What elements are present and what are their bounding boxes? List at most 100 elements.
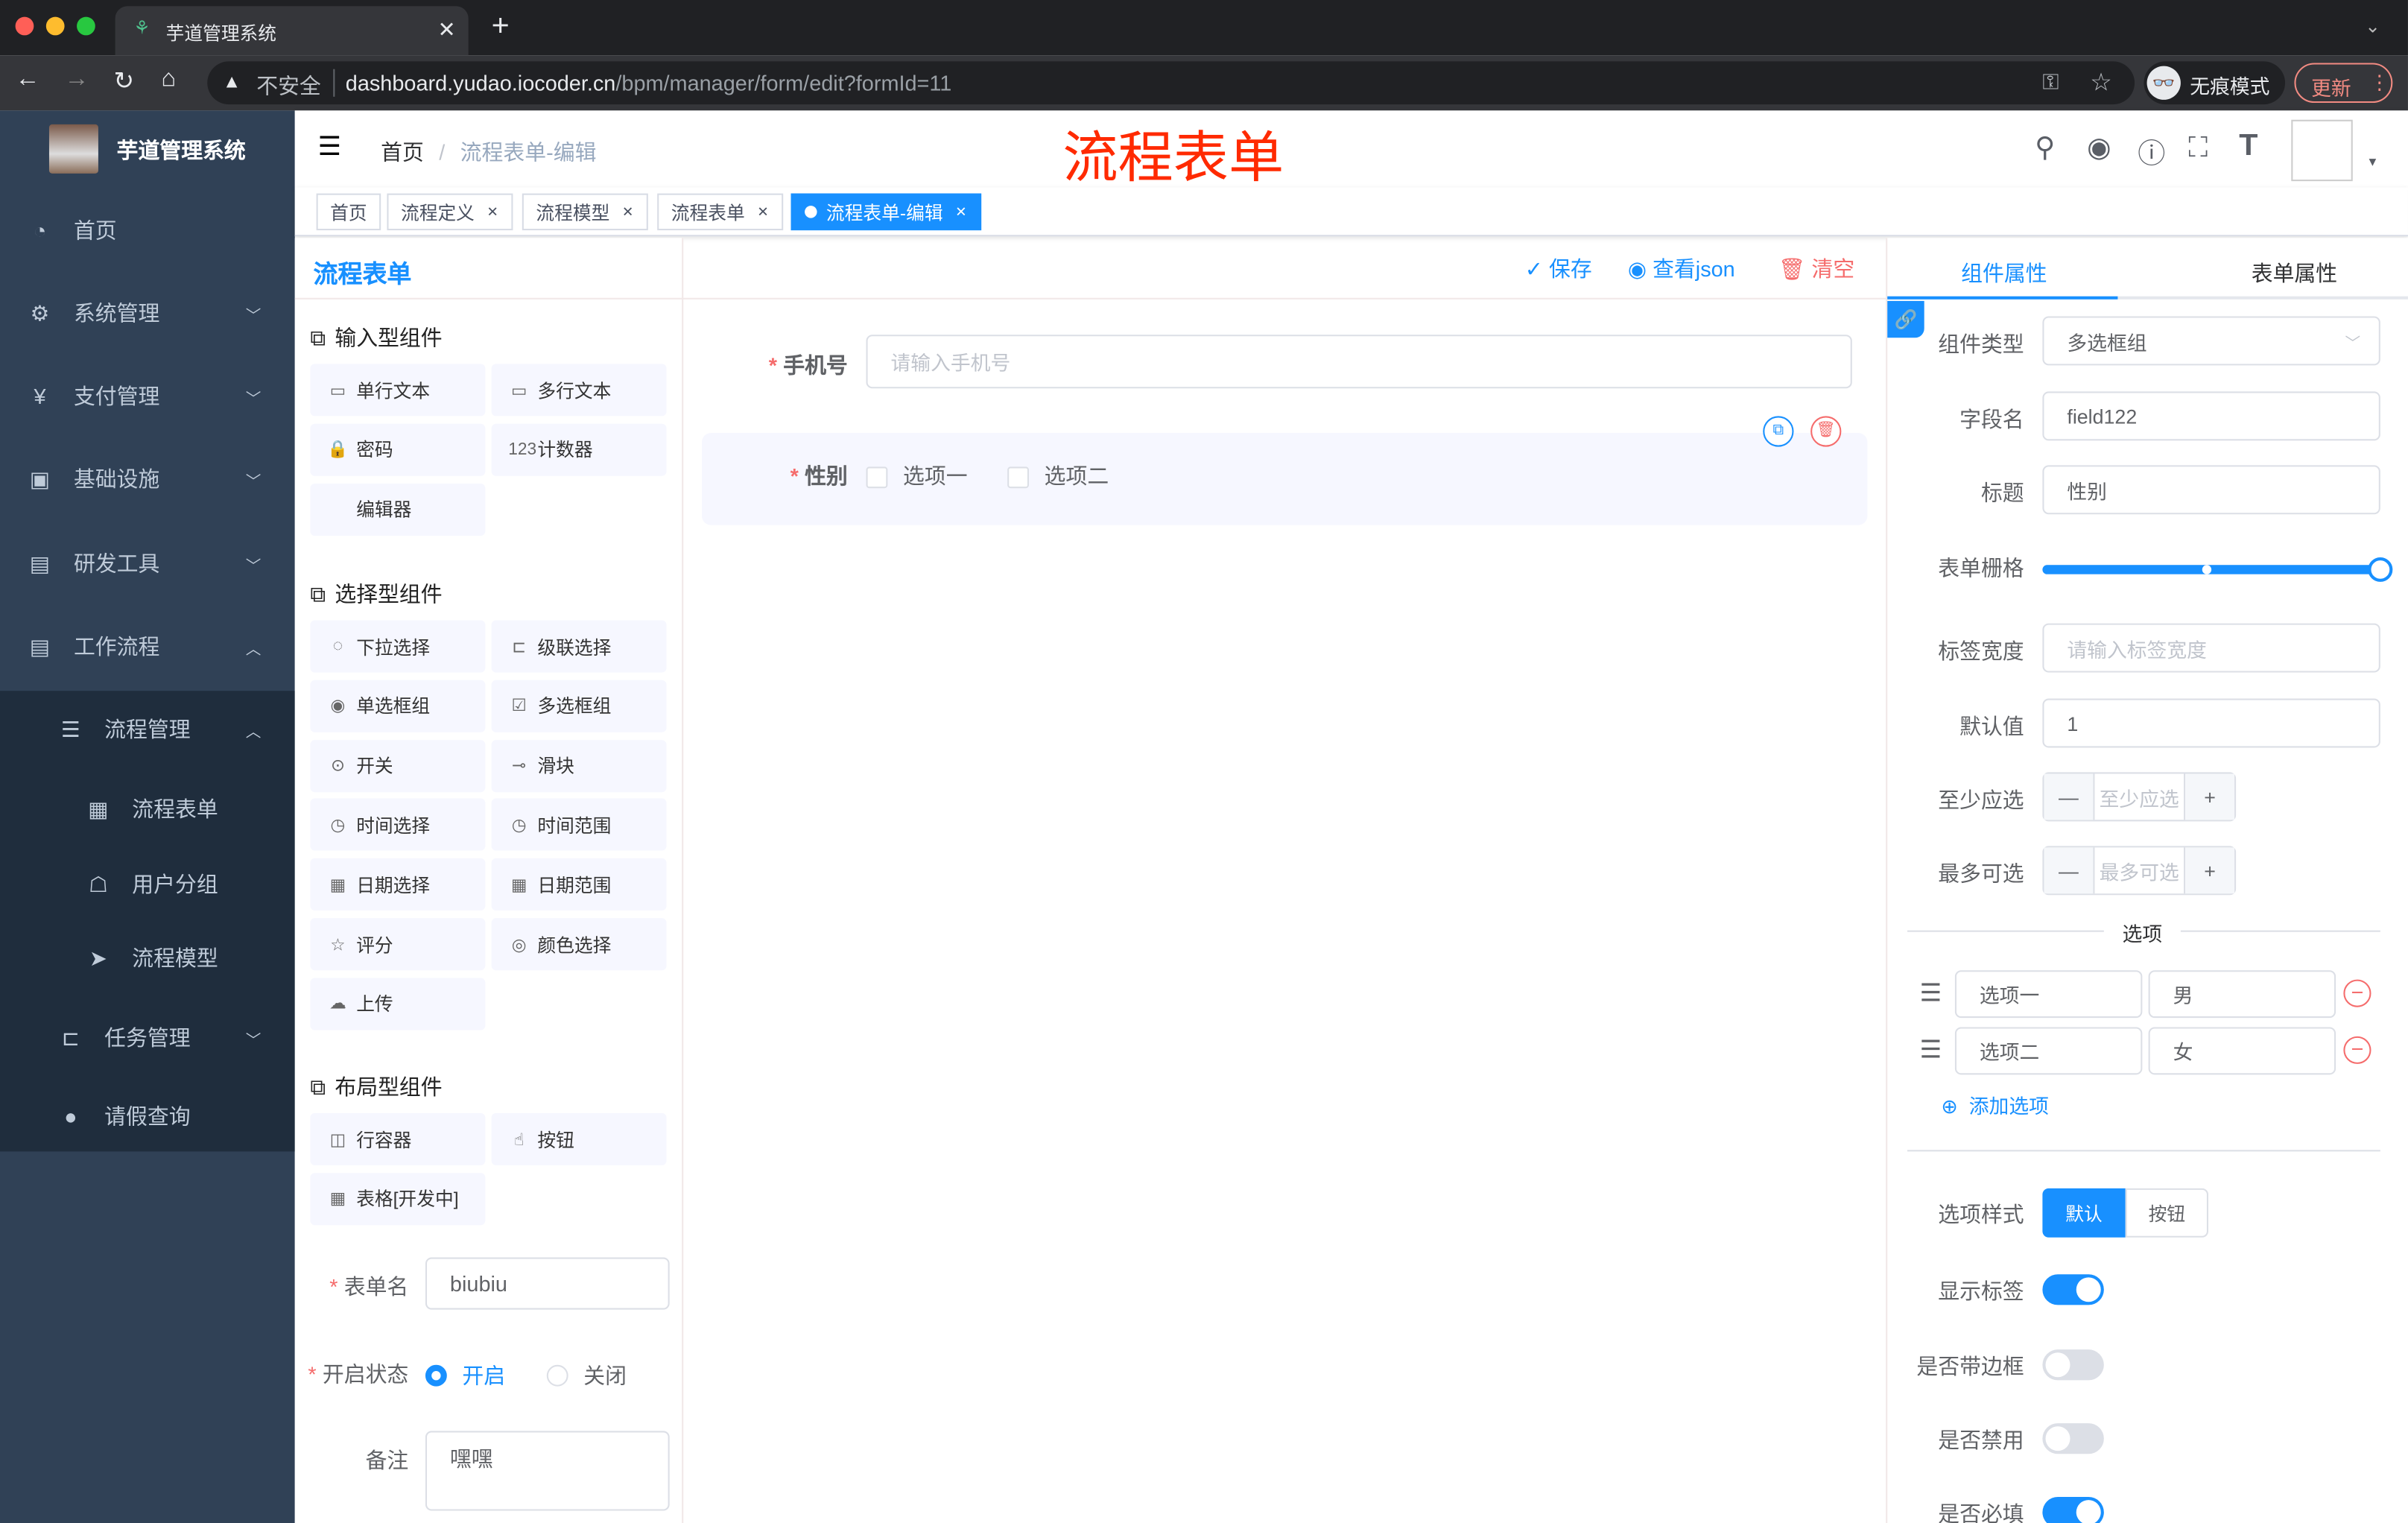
reload-icon[interactable]: ↻ [114,66,135,97]
close-tab-icon[interactable]: ✕ [437,17,455,43]
hamburger-icon[interactable]: ☰ [318,132,341,162]
save-button[interactable]: ✓ 保存 [1525,253,1592,284]
close-icon[interactable]: ✕ [757,203,769,221]
close-window-button[interactable] [15,16,34,36]
url-bar[interactable]: ▲ 不安全 dashboard.yudao.iocoder.cn/bpm/man… [207,61,2135,105]
component-item[interactable]: ☁ 上传 [310,978,486,1030]
minus-icon[interactable]: — [2044,773,2094,820]
copy-icon[interactable]: ⧉ [1763,416,1794,447]
sidebar-item[interactable]: ¥ 支付管理 ﹀ [0,365,295,426]
avatar[interactable] [2291,119,2353,182]
delete-icon[interactable]: 🗑 [1810,416,1842,447]
component-item[interactable]: 🔒 密码 [310,423,486,476]
option-value-input[interactable]: 男 [2148,970,2336,1019]
maximize-window-button[interactable] [77,16,95,36]
minimize-window-button[interactable] [45,16,65,36]
checkbox-option-2[interactable]: 选项二 [1007,460,1109,491]
default-input[interactable]: 1 [2042,698,2380,748]
minus-icon[interactable]: — [2044,847,2094,894]
option-label-input[interactable]: 选项一 [1954,970,2143,1019]
type-select[interactable]: 多选框组 ﹀ [2042,316,2380,366]
sidebar-item[interactable]: ● 请假查询 [0,1086,295,1147]
style-button-button[interactable]: 按钮 [2125,1188,2209,1238]
option-value-input[interactable]: 女 [2148,1027,2336,1075]
disabled-switch[interactable] [2042,1423,2104,1454]
status-radio-off[interactable]: 关闭 [546,1361,627,1391]
grid-slider[interactable] [2042,557,2393,582]
component-item[interactable]: ⊸ 滑块 [491,739,667,792]
label-width-input[interactable]: 请输入标签宽度 [2042,623,2380,673]
slider-handle[interactable] [2368,557,2393,582]
github-icon[interactable]: ◉ [2087,132,2111,164]
tag-item[interactable]: 流程模型 ✕ [522,193,647,231]
tag-item[interactable]: 流程定义 ✕ [387,193,513,231]
view-json-button[interactable]: ◉ 查看json [1628,253,1735,284]
close-icon[interactable]: ✕ [622,203,634,221]
component-item[interactable]: ▭ 多行文本 [491,364,667,417]
field-input[interactable]: field122 [2042,391,2380,441]
back-icon[interactable]: ← [16,66,40,94]
component-item[interactable]: ▭ 单行文本 [310,364,486,417]
breadcrumb-home[interactable]: 首页 [381,140,424,165]
remove-option-icon[interactable]: − [2343,979,2371,1007]
sidebar-item[interactable]: ▦ 流程表单 [0,779,295,840]
max-input[interactable]: 最多可选 [2093,847,2186,894]
close-icon[interactable]: ✕ [955,203,967,221]
close-icon[interactable]: ✕ [487,203,498,221]
component-item[interactable]: ▦ 日期选择 [310,858,486,911]
show-label-switch[interactable] [2042,1274,2104,1305]
component-item[interactable]: ◌ 下拉选择 [310,620,486,673]
update-button[interactable]: 更新 ⋮ [2294,63,2393,104]
sidebar-item[interactable]: ◔ 首页 [0,200,295,261]
checkbox-option-1[interactable]: 选项一 [866,460,968,491]
drag-handle-icon[interactable]: ☰ [1920,978,1942,1009]
sidebar-item[interactable]: ➤ 流程模型 [0,928,295,989]
component-item[interactable]: ◷ 时间选择 [310,799,486,852]
key-icon[interactable]: ⚿ [2042,69,2059,95]
remove-option-icon[interactable]: − [2343,1036,2371,1064]
sidebar-item[interactable]: ▤ 研发工具 ﹀ [0,533,295,594]
status-radio-on[interactable]: 开启 [425,1361,505,1391]
component-item[interactable]: ☑ 多选框组 [491,680,667,732]
form-name-input[interactable]: biubiu [425,1257,670,1310]
add-option-button[interactable]: ⊕ 添加选项 [1941,1090,2049,1119]
new-tab-button[interactable]: + [492,9,510,44]
clear-button[interactable]: 🗑 清空 [1778,253,1854,284]
tag-item[interactable]: 首页 [316,193,381,231]
drag-handle-icon[interactable]: ☰ [1920,1035,1942,1066]
component-item[interactable]: ◉ 单选框组 [310,680,486,732]
component-item[interactable]: ▦ 表格[开发中] [310,1172,486,1225]
component-item[interactable]: ◎ 颜色选择 [491,918,667,971]
plus-icon[interactable]: + [2185,773,2235,820]
title-input[interactable]: 性别 [2042,465,2380,515]
sidebar-item[interactable]: ⚙ 系统管理 ﹀ [0,282,295,343]
sidebar-item[interactable]: ⊏ 任务管理 ﹀ [0,1007,295,1068]
sidebar-item[interactable]: ☖ 用户分组 [0,854,295,915]
tab-component-props[interactable]: 组件属性 [1961,258,2047,288]
component-item[interactable]: 123 计数器 [491,423,667,476]
incognito-badge[interactable]: 👓 无痕模式 [2144,61,2286,105]
required-switch[interactable] [2042,1496,2104,1523]
option-label-input[interactable]: 选项二 [1954,1027,2143,1075]
font-size-icon[interactable]: T [2239,129,2258,164]
border-switch[interactable] [2042,1349,2104,1381]
component-item[interactable]: ◷ 时间范围 [491,799,667,852]
min-input[interactable]: 至少应选 [2093,773,2186,820]
sidebar-item[interactable]: ▤ 工作流程 ︿ [0,615,295,677]
tag-item[interactable]: 流程表单-编辑 ✕ [790,193,981,231]
component-item[interactable]: ⊙ 开关 [310,739,486,792]
help-icon[interactable]: ⓘ [2138,132,2165,172]
fullscreen-icon[interactable]: ⛶ [2188,132,2208,164]
home-icon[interactable]: ⌂ [161,66,176,94]
component-item[interactable]: ◫ 行容器 [310,1112,486,1165]
tab-form-props[interactable]: 表单属性 [2252,258,2337,288]
style-default-button[interactable]: 默认 [2042,1188,2126,1238]
remark-textarea[interactable]: 嘿嘿 [425,1431,670,1511]
forward-icon[interactable]: → [65,66,89,94]
phone-input[interactable]: 请输入手机号 [866,335,1852,389]
bookmark-star-icon[interactable]: ☆ [2090,68,2112,98]
component-item[interactable]: ⊏ 级联选择 [491,620,667,673]
caret-down-icon[interactable]: ▼ [2366,155,2378,169]
tab-search-icon[interactable]: ⌄ [2365,16,2380,37]
sidebar-item[interactable]: ☰ 流程管理 ︿ [0,699,295,760]
